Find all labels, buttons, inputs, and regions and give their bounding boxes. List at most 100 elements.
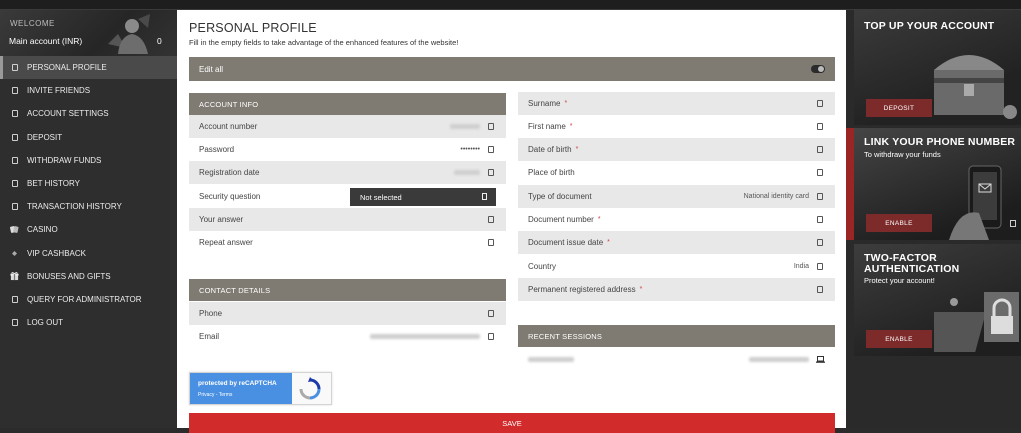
place-of-birth-row[interactable]: Place of birth [518,161,835,184]
session-location [749,357,809,363]
edit-all-toggle[interactable] [811,65,825,73]
square-icon [10,179,19,188]
top-up-promo[interactable]: TOP UP YOUR ACCOUNT DEPOSIT [854,10,1021,125]
sidebar-item-label: CASINO [27,225,58,235]
sidebar-item-label: BET HISTORY [27,179,80,189]
sidebar-item-withdraw-funds[interactable]: WITHDRAW FUNDS [0,149,177,172]
first-name-row[interactable]: First name * [518,115,835,138]
recaptcha-links[interactable]: Privacy - Terms [198,392,232,398]
square-icon [10,202,19,211]
edit-checkbox[interactable] [817,100,823,107]
sidebar-item-bonuses-and-gifts[interactable]: BONUSES AND GIFTS [0,265,177,288]
field-label: Permanent registered address [528,285,636,295]
link-phone-promo[interactable]: LINK YOUR PHONE NUMBER To withdraw your … [854,128,1021,240]
edit-checkbox[interactable] [817,239,823,246]
field-label: Document number [528,215,594,225]
edit-checkbox[interactable] [817,123,823,130]
edit-all-bar[interactable]: Edit all [189,57,835,81]
promo-column: TOP UP YOUR ACCOUNT DEPOSIT LINK YOUR PH… [846,10,1021,428]
document-issue-date-row[interactable]: Document issue date * [518,231,835,255]
registration-date-row: Registration date [189,161,506,185]
sidebar: WELCOME Main account (INR) 0 PERSONAL PR… [0,10,177,428]
sidebar-item-label: LOG OUT [27,318,64,328]
welcome-panel: WELCOME Main account (INR) 0 [0,10,177,56]
sidebar-item-label: ACCOUNT SETTINGS [27,109,109,119]
page-subtitle: Fill in the empty fields to take advanta… [189,38,459,47]
copy-checkbox[interactable] [488,123,494,130]
edit-checkbox[interactable] [488,310,494,317]
edit-checkbox[interactable] [817,169,823,176]
sidebar-item-label: BONUSES AND GIFTS [27,271,111,281]
square-icon [1010,220,1016,227]
sidebar-item-vip-cashback[interactable]: VIP CASHBACK [0,242,177,265]
field-label: Repeat answer [199,238,253,248]
date-of-birth-row[interactable]: Date of birth * [518,138,835,162]
type-of-document-row[interactable]: Type of document National identity card [518,185,835,209]
cards-icon [10,225,19,234]
recaptcha-text: protected by reCAPTCHA [198,380,277,387]
repeat-answer-row[interactable]: Repeat answer [189,231,506,254]
deposit-button[interactable]: DEPOSIT [866,99,932,117]
sidebar-item-personal-profile[interactable]: PERSONAL PROFILE [0,56,177,80]
password-row[interactable]: Password •••••••• [189,138,506,161]
avatar [108,14,150,54]
sidebar-item-bet-history[interactable]: BET HISTORY [0,172,177,195]
field-label: First name [528,122,566,132]
field-label: Password [199,145,235,155]
security-question-select[interactable]: Not selected [350,188,496,206]
field-label: Account number [199,122,258,132]
email-row[interactable]: Email [189,325,506,348]
email-value [370,334,480,340]
surname-row[interactable]: Surname * [518,92,835,116]
type-of-document-value: National identity card [743,193,809,201]
sidebar-item-casino[interactable]: CASINO [0,218,177,241]
sidebar-item-account-settings[interactable]: ACCOUNT SETTINGS [0,102,177,125]
account-name[interactable]: Main account (INR) [9,36,82,46]
sidebar-item-query-for-administrator[interactable]: QUERY FOR ADMINISTRATOR [0,288,177,311]
phone-row[interactable]: Phone [189,302,506,326]
button-label: ENABLE [885,219,913,227]
field-label: Type of document [528,192,592,202]
sidebar-item-invite-friends[interactable]: INVITE FRIENDS [0,79,177,102]
enable-phone-button[interactable]: ENABLE [866,214,932,232]
square-icon [10,133,19,142]
recaptcha-icon [299,377,321,400]
button-label: DEPOSIT [883,104,915,112]
session-row [518,348,835,371]
edit-checkbox[interactable] [488,333,494,340]
welcome-label: WELCOME [10,19,55,28]
account-number-row: Account number [189,115,506,139]
edit-checkbox[interactable] [817,146,823,153]
promo-title: LINK YOUR PHONE NUMBER [864,136,1016,148]
edit-checkbox[interactable] [817,216,823,223]
promo-subtitle: To withdraw your funds [864,150,941,159]
edit-checkbox[interactable] [817,193,823,200]
promo-title: TOP UP YOUR ACCOUNT [864,20,995,32]
edit-checkbox[interactable] [817,286,823,293]
field-label: Document issue date [528,238,604,248]
save-label: SAVE [502,418,522,428]
sidebar-item-transaction-history[interactable]: TRANSACTION HISTORY [0,195,177,218]
edit-checkbox[interactable] [488,216,494,223]
required-mark: * [575,146,579,154]
security-question-row: Security question Not selected [189,185,506,208]
permanent-address-row[interactable]: Permanent registered address * [518,278,835,302]
edit-checkbox[interactable] [488,169,494,176]
contact-details-header: CONTACT DETAILS [189,279,506,301]
two-factor-promo[interactable]: TWO-FACTOR AUTHENTICATION Protect your a… [854,244,1021,356]
square-icon [10,63,19,72]
recaptcha-badge[interactable]: protected by reCAPTCHA Privacy - Terms [189,372,332,405]
edit-checkbox[interactable] [817,263,823,270]
enable-2fa-button[interactable]: ENABLE [866,330,932,348]
edit-checkbox[interactable] [488,146,494,153]
document-number-row[interactable]: Document number * [518,208,835,231]
sidebar-item-log-out[interactable]: LOG OUT [0,311,177,334]
edit-checkbox[interactable] [488,239,494,246]
sidebar-item-deposit[interactable]: DEPOSIT [0,126,177,149]
required-mark: * [597,216,601,224]
sidebar-item-label: VIP CASHBACK [27,248,86,258]
select-value: Not selected [360,192,402,202]
save-button[interactable]: SAVE [189,413,835,433]
your-answer-row[interactable]: Your answer [189,208,506,232]
country-row[interactable]: Country India [518,255,835,278]
